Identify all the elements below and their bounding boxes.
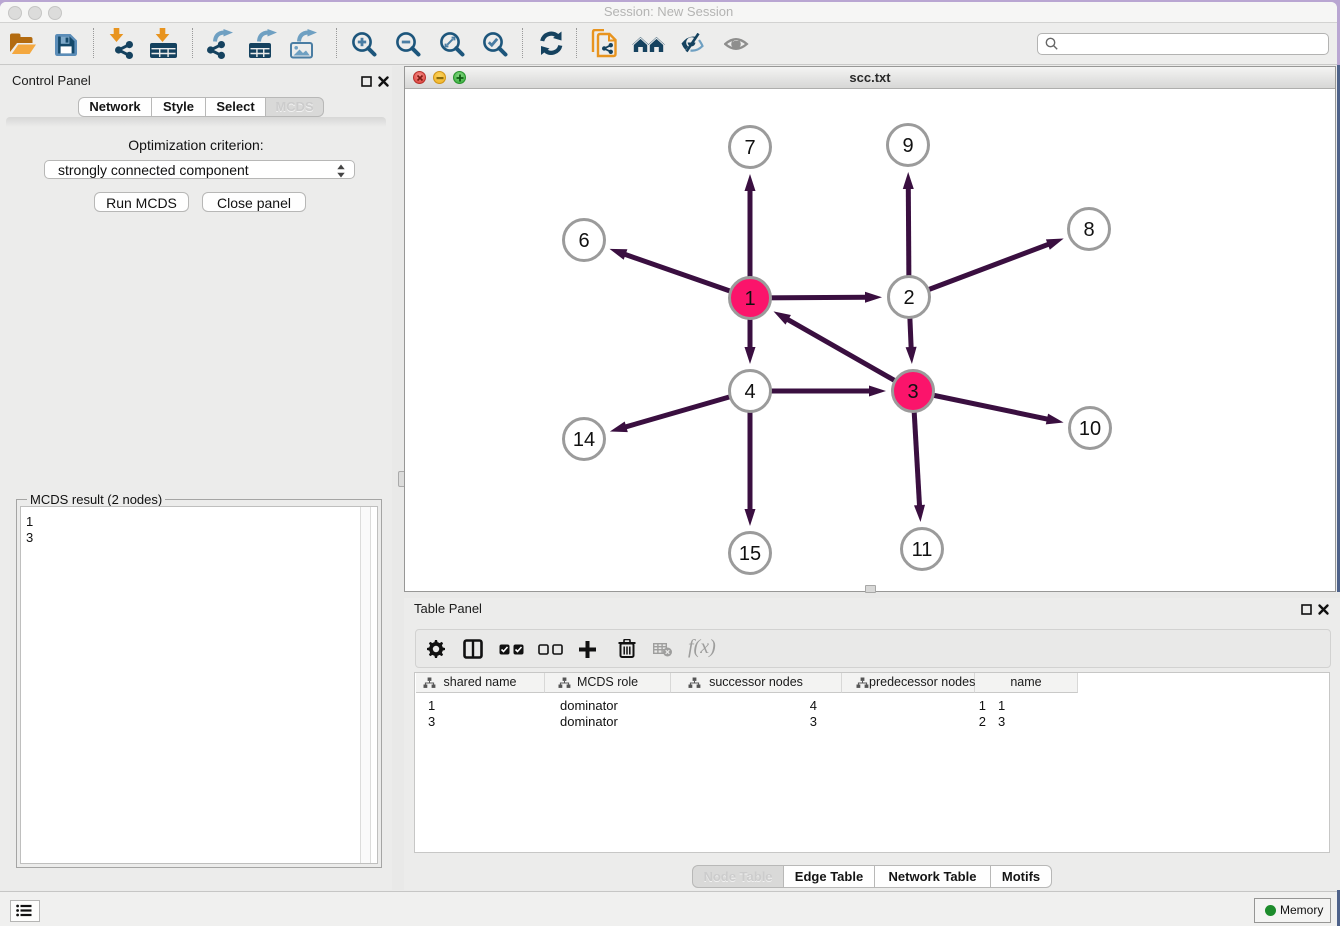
svg-text:4: 4 xyxy=(744,381,755,403)
svg-text:9: 9 xyxy=(902,135,913,157)
svg-text:11: 11 xyxy=(912,539,933,561)
svg-text:7: 7 xyxy=(744,137,755,159)
svg-text:8: 8 xyxy=(1083,219,1094,241)
svg-text:10: 10 xyxy=(1079,418,1101,440)
svg-text:14: 14 xyxy=(573,429,595,451)
svg-text:1: 1 xyxy=(744,288,755,310)
svg-text:15: 15 xyxy=(739,543,761,565)
svg-text:6: 6 xyxy=(578,230,589,252)
svg-text:2: 2 xyxy=(903,287,914,309)
svg-text:3: 3 xyxy=(907,381,918,403)
